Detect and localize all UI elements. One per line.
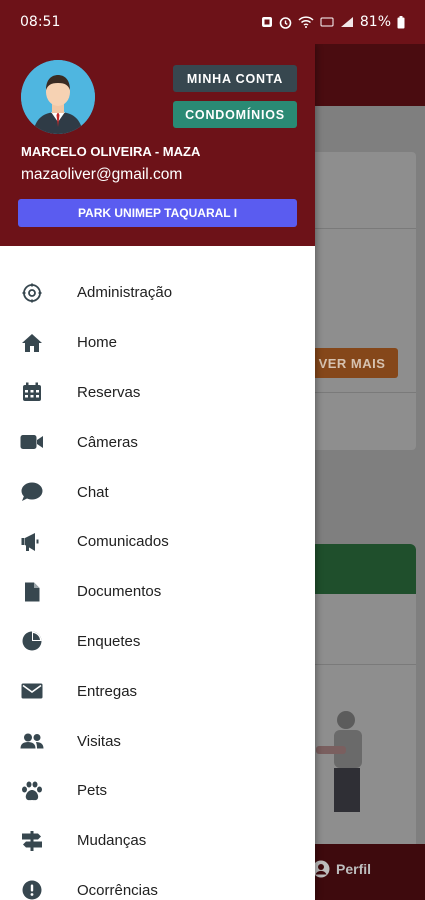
menu-item-home[interactable]: Home xyxy=(0,318,315,368)
menu-item-mudancas[interactable]: Mudanças xyxy=(0,816,315,866)
pie-chart-icon xyxy=(20,629,44,653)
status-icons: 81% xyxy=(261,14,405,30)
menu-item-label: Pets xyxy=(77,782,108,800)
signpost-icon xyxy=(20,829,44,853)
status-bar: 08:51 81% xyxy=(0,0,425,44)
megaphone-icon xyxy=(20,530,44,554)
drawer-header: MINHA CONTA CONDOMÍNIOS MARCELO OLIVEIRA… xyxy=(0,44,315,246)
menu-item-label: Enquetes xyxy=(77,632,141,650)
avatar[interactable] xyxy=(21,60,95,134)
nav-profile-label: Perfil xyxy=(336,861,372,877)
current-condominium-button[interactable]: PARK UNIMEP TAQUARAL I xyxy=(18,199,297,227)
drawer-menu: Administração Home Reservas Câmeras Chat xyxy=(0,268,315,900)
admin-gear-icon xyxy=(20,281,44,305)
menu-item-reservas[interactable]: Reservas xyxy=(0,368,315,418)
menu-item-documentos[interactable]: Documentos xyxy=(0,567,315,617)
alert-circle-icon xyxy=(20,878,44,900)
menu-item-comunicados[interactable]: Comunicados xyxy=(0,517,315,567)
menu-item-label: Câmeras xyxy=(77,433,138,451)
my-account-button[interactable]: MINHA CONTA xyxy=(173,65,297,92)
menu-item-visitas[interactable]: Visitas xyxy=(0,716,315,766)
user-avatar-icon xyxy=(21,60,95,134)
notification-icon xyxy=(261,16,273,28)
users-icon xyxy=(20,729,44,753)
chat-bubble-icon xyxy=(20,480,44,504)
navigation-drawer: MINHA CONTA CONDOMÍNIOS MARCELO OLIVEIRA… xyxy=(0,44,315,900)
menu-item-enquetes[interactable]: Enquetes xyxy=(0,617,315,667)
menu-item-administracao[interactable]: Administração xyxy=(0,268,315,318)
condominiums-button[interactable]: CONDOMÍNIOS xyxy=(173,101,297,128)
volte-icon xyxy=(320,16,334,28)
wifi-icon xyxy=(298,16,314,28)
menu-item-pets[interactable]: Pets xyxy=(0,766,315,816)
menu-item-cameras[interactable]: Câmeras xyxy=(0,417,315,467)
menu-item-label: Reservas xyxy=(77,383,141,401)
menu-item-label: Comunicados xyxy=(77,533,169,551)
menu-item-entregas[interactable]: Entregas xyxy=(0,666,315,716)
menu-item-label: Administração xyxy=(77,284,173,302)
envelope-icon xyxy=(20,679,44,703)
menu-item-label: Home xyxy=(77,334,118,352)
menu-item-label: Documentos xyxy=(77,583,162,601)
signal-icon xyxy=(340,16,354,28)
calendar-icon xyxy=(20,380,44,404)
menu-item-chat[interactable]: Chat xyxy=(0,467,315,517)
menu-item-ocorrencias[interactable]: Ocorrências xyxy=(0,866,315,900)
user-email: mazaoliver@gmail.com xyxy=(21,166,183,183)
background-green-header xyxy=(310,544,416,594)
menu-item-label: Mudanças xyxy=(77,832,147,850)
video-camera-icon xyxy=(20,430,44,454)
home-icon xyxy=(20,331,44,355)
paw-icon xyxy=(20,779,44,803)
status-time: 08:51 xyxy=(20,14,61,30)
background-card-2 xyxy=(300,594,416,884)
battery-icon xyxy=(397,15,405,29)
nav-profile[interactable]: Perfil xyxy=(312,860,371,878)
menu-item-label: Entregas xyxy=(77,682,138,700)
menu-item-label: Visitas xyxy=(77,732,121,750)
menu-item-label: Ocorrências xyxy=(77,881,158,899)
menu-item-label: Chat xyxy=(77,483,109,501)
alarm-icon xyxy=(279,16,292,29)
see-more-button[interactable]: VER MAIS xyxy=(306,348,398,378)
battery-level: 81% xyxy=(359,14,391,30)
illustration-person xyxy=(316,711,362,812)
user-name: MARCELO OLIVEIRA - MAZA xyxy=(21,144,201,159)
background-card xyxy=(300,152,416,450)
document-icon xyxy=(20,580,44,604)
